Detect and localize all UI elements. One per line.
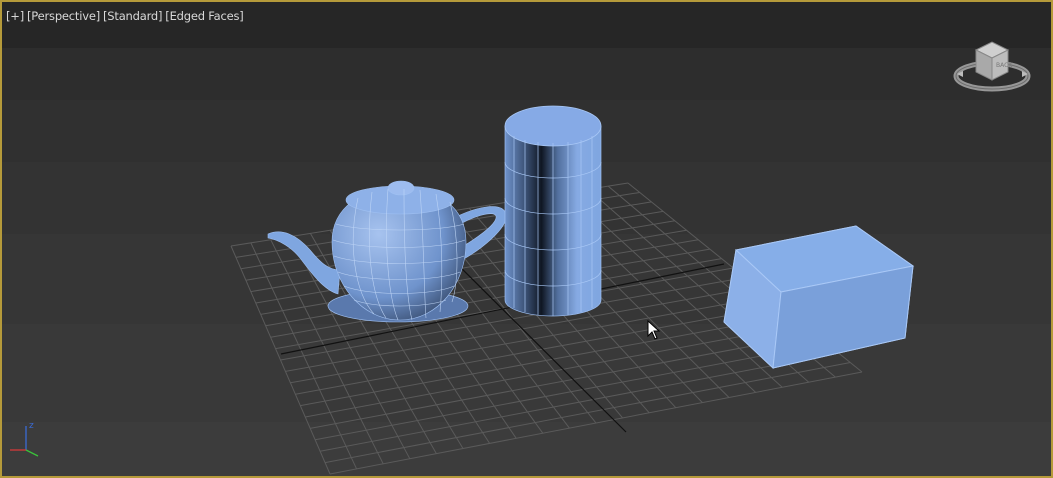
- cylinder-object[interactable]: [504, 105, 602, 317]
- grid-line: [320, 352, 839, 452]
- box-object[interactable]: [723, 225, 915, 370]
- viewcube-face-label: BACK: [996, 62, 1013, 69]
- perspective-viewport[interactable]: [+] [Perspective] [Standard] [Edged Face…: [0, 0, 1053, 478]
- scene-canvas[interactable]: z: [2, 2, 1051, 476]
- mouse-cursor-icon: [647, 320, 661, 340]
- axis-tripod: z: [10, 421, 39, 457]
- axis-z-label: z: [29, 421, 34, 431]
- teapot-object[interactable]: [267, 180, 507, 323]
- grid-line: [324, 362, 851, 464]
- viewcube[interactable]: BACK: [952, 36, 1032, 98]
- grid-line: [315, 343, 827, 441]
